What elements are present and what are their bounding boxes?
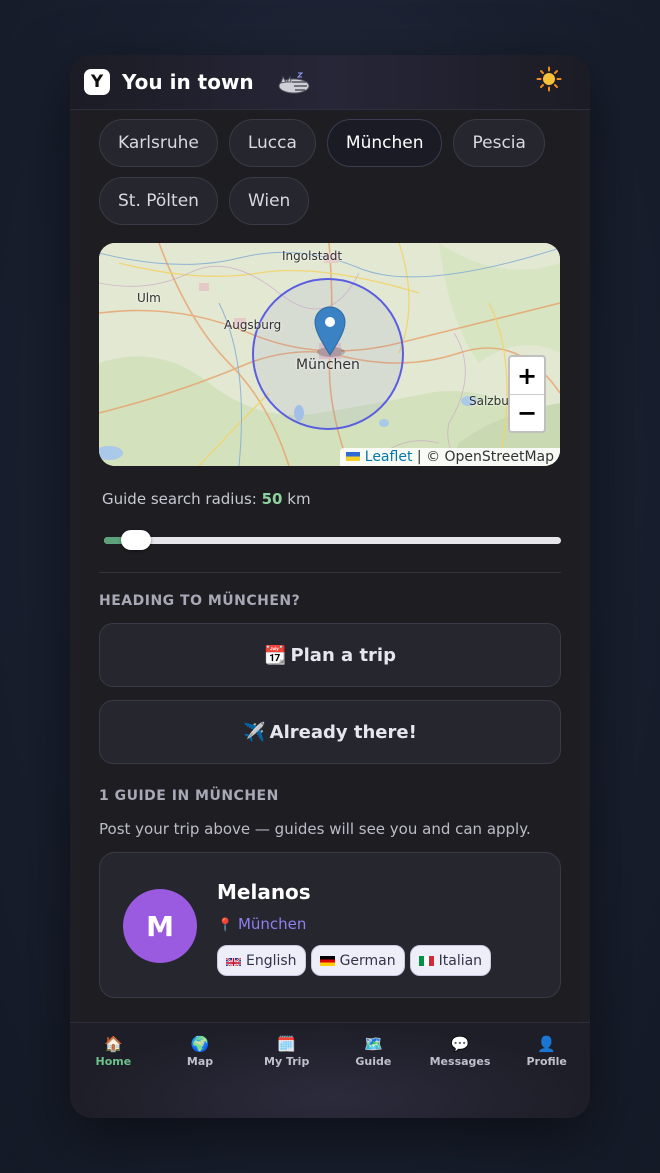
already-there-button[interactable]: ✈️ Already there! [99,700,561,764]
guide-name: Melanos [217,880,311,904]
zoom-in-button[interactable]: + [510,357,544,394]
language-badge-german: German [310,945,405,976]
guide-city-name: München [237,915,307,933]
city-chip-muenchen[interactable]: München [326,119,443,167]
airplane-icon: ✈️ [243,721,266,743]
de-flag-icon [319,955,335,966]
nav-label: Home [95,1055,132,1068]
language-badge-english: English [217,945,306,976]
map-icon: 🗺️ [364,1035,383,1053]
map-label-muenchen: München [296,357,360,373]
language-label: Italian [438,952,483,969]
app-title: You in town [122,70,254,94]
sun-icon[interactable] [536,66,562,98]
main-content[interactable]: Karlsruhe Lucca München Pescia St. Pölte… [80,111,580,1022]
guide-card[interactable]: M Melanos 📍 München English German Itali… [99,852,561,998]
top-bar: Y You in town [70,55,590,110]
nav-guide[interactable]: 🗺️ Guide [330,1023,417,1118]
nav-my-trip[interactable]: 🗓️ My Trip [243,1023,330,1118]
slider-track [104,537,561,544]
city-chip-wien[interactable]: Wien [228,177,310,225]
guide-city: 📍 München [217,915,306,933]
heading-section-title: HEADING TO MÜNCHEN? [99,593,301,609]
nav-label: Messages [429,1055,491,1068]
radius-unit: km [282,490,311,508]
city-chip-karlsruhe[interactable]: Karlsruhe [99,119,218,167]
radius-label: Guide search radius: 50 km [99,490,561,508]
guide-languages: English German Italian [217,945,492,976]
map-label-salzburg: Salzbu [469,394,509,408]
city-chip-pescia[interactable]: Pescia [453,119,545,167]
map-attribution: Leaflet | © OpenStreetMap [340,448,560,466]
city-chip-lucca[interactable]: Lucca [228,119,316,167]
radius-value: 50 [261,490,283,508]
radius-slider[interactable] [99,528,561,552]
nav-map[interactable]: 🌍 Map [157,1023,244,1118]
guides-section-title: 1 GUIDE IN MÜNCHEN [99,788,279,804]
map-label-augsburg: Augsburg [224,318,282,332]
slider-thumb[interactable] [121,530,152,550]
nav-label: Map [186,1055,214,1068]
city-chips: Karlsruhe Lucca München Pescia St. Pölte… [99,119,561,225]
globe-icon: 🌍 [190,1035,210,1053]
divider [99,572,561,573]
attribution-separator: | [412,449,427,465]
app-logo[interactable]: Y [84,69,110,95]
leaflet-link[interactable]: Leaflet [365,449,413,465]
pin-icon: 📍 [217,918,234,933]
language-label: English [246,952,297,969]
nav-profile[interactable]: 👤 Profile [503,1023,590,1118]
already-there-label: Already there! [269,721,417,743]
city-map[interactable]: Ingolstadt Ulm Augsburg München Salzbu +… [99,243,560,466]
ua-flag-icon [346,452,361,461]
user-icon: 👤 [537,1035,557,1053]
calendar-icon: 🗓️ [277,1035,297,1053]
nav-messages[interactable]: 💬 Messages [417,1023,504,1118]
cat-icon [274,69,314,95]
nav-home[interactable]: 🏠 Home [70,1023,157,1118]
nav-label: My Trip [264,1055,310,1068]
calendar-icon: 📆 [264,644,287,666]
map-label-ulm: Ulm [137,291,161,305]
uk-flag-icon [226,956,241,966]
map-zoom-control: + − [508,355,546,433]
language-badge-italian: Italian [409,945,492,976]
it-flag-icon [418,955,434,966]
language-label: German [339,952,396,969]
map-label-ingolstadt: Ingolstadt [282,249,343,263]
osm-link[interactable]: © OpenStreetMap [426,449,554,465]
plan-trip-label: Plan a trip [290,644,396,666]
zoom-out-button[interactable]: − [510,394,544,431]
radius-label-prefix: Guide search radius: [102,490,262,508]
speech-bubble-icon: 💬 [450,1035,470,1053]
nav-label: Profile [526,1055,567,1068]
map-tiles [99,243,560,466]
bottom-nav: 🏠 Home 🌍 Map 🗓️ My Trip 🗺️ Guide 💬 Messa… [70,1022,590,1118]
home-icon: 🏠 [103,1035,123,1053]
guides-hint: Post your trip above — guides will see y… [99,820,531,838]
app-window: Y You in town Karlsruhe Lucca München Pe… [70,55,590,1118]
avatar: M [123,889,197,963]
plan-trip-button[interactable]: 📆 Plan a trip [99,623,561,687]
nav-label: Guide [355,1055,392,1068]
city-chip-st-poelten[interactable]: St. Pölten [99,177,218,225]
